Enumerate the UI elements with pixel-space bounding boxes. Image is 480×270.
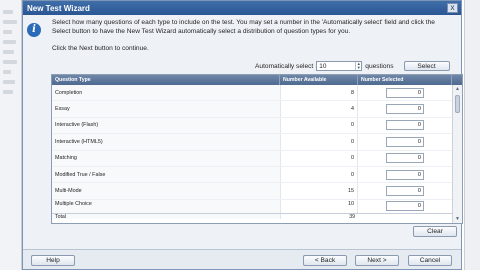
- info-icon: i: [27, 23, 41, 37]
- next-button[interactable]: Next >: [355, 255, 399, 266]
- number-selected-input[interactable]: 0: [386, 201, 424, 212]
- number-selected-input[interactable]: 0: [386, 104, 424, 115]
- scroll-up-icon[interactable]: ▲: [453, 85, 462, 93]
- question-type-cell: Multi-Mode: [52, 183, 280, 199]
- table-row: Multi-Mode 15 0: [52, 183, 462, 200]
- number-selected-input[interactable]: 0: [386, 153, 424, 164]
- auto-select-row: Automatically select 10 ▲ ▼ questions Sel…: [255, 61, 450, 71]
- auto-select-input[interactable]: 10 ▲ ▼: [316, 61, 363, 71]
- number-selected-input[interactable]: 0: [386, 87, 424, 98]
- back-button[interactable]: < Back: [303, 255, 347, 266]
- number-available-cell: 0: [280, 166, 358, 183]
- question-type-grid: Question Type Number Available Number Se…: [51, 74, 463, 224]
- number-available-cell: 10: [280, 199, 358, 213]
- table-row: Modified True / False 0 0: [52, 166, 462, 184]
- total-label: Total: [52, 213, 280, 220]
- total-available: 39: [280, 213, 358, 220]
- close-icon[interactable]: x: [447, 3, 458, 13]
- auto-select-value: 10: [319, 62, 327, 70]
- spinner-icon[interactable]: ▲ ▼: [355, 62, 361, 70]
- instructions-text: Select how many questions of each type t…: [52, 19, 435, 35]
- number-selected-input[interactable]: 0: [386, 169, 424, 180]
- table-row: Interactive (HTML5) 0 0: [52, 134, 462, 151]
- number-selected-input[interactable]: 0: [386, 136, 424, 147]
- header-number-available[interactable]: Number Available: [280, 75, 358, 85]
- window-title: New Test Wizard: [27, 3, 90, 13]
- number-available-cell: 0: [280, 134, 358, 150]
- table-row: Essay 4 0: [52, 101, 462, 118]
- question-type-cell: Interactive (HTML5): [52, 134, 280, 150]
- question-type-cell: Essay: [52, 101, 280, 117]
- table-row: Completion 8 0: [52, 85, 462, 102]
- title-bar: New Test Wizard x: [23, 1, 461, 15]
- header-question-type[interactable]: Question Type: [52, 75, 280, 85]
- question-type-cell: Completion: [52, 85, 280, 101]
- select-button[interactable]: Select: [403, 61, 450, 71]
- scroll-thumb[interactable]: [455, 95, 460, 113]
- cancel-button[interactable]: Cancel: [408, 255, 452, 266]
- help-button[interactable]: Help: [31, 255, 75, 266]
- clear-button[interactable]: Clear: [413, 226, 457, 237]
- table-row: Interactive (Flash) 0 0: [52, 117, 462, 135]
- questions-label: questions: [365, 62, 394, 70]
- background-app-edge: [464, 0, 480, 270]
- question-type-cell: Matching: [52, 150, 280, 166]
- instructions: i Select how many questions of each type…: [27, 19, 457, 37]
- header-number-selected[interactable]: Number Selected: [358, 75, 452, 85]
- number-available-cell: 15: [280, 183, 358, 199]
- question-type-cell: Interactive (Flash): [52, 117, 280, 134]
- grid-scrollbar[interactable]: ▲ ▼: [452, 85, 462, 223]
- new-test-wizard-dialog: New Test Wizard x i Select how many ques…: [22, 0, 463, 270]
- dialog-footer: Help < Back Next > Cancel: [23, 249, 461, 269]
- table-row: Matching 0 0: [52, 150, 462, 167]
- number-available-cell: 0: [280, 117, 358, 134]
- total-row: Total 39: [52, 212, 462, 220]
- background-app-panel: [0, 0, 22, 270]
- grid-header: Question Type Number Available Number Se…: [52, 75, 462, 85]
- number-available-cell: 8: [280, 85, 358, 101]
- number-selected-input[interactable]: 0: [386, 120, 424, 131]
- question-type-cell: Modified True / False: [52, 166, 280, 183]
- question-type-cell: Multiple Choice: [52, 199, 280, 213]
- number-selected-input[interactable]: 0: [386, 186, 424, 197]
- number-available-cell: 0: [280, 150, 358, 166]
- scroll-down-icon[interactable]: ▼: [453, 215, 462, 223]
- number-available-cell: 4: [280, 101, 358, 117]
- continue-text: Click the Next button to continue.: [52, 45, 149, 52]
- auto-select-label: Automatically select: [255, 62, 314, 70]
- table-row: Multiple Choice 10 0: [52, 199, 462, 213]
